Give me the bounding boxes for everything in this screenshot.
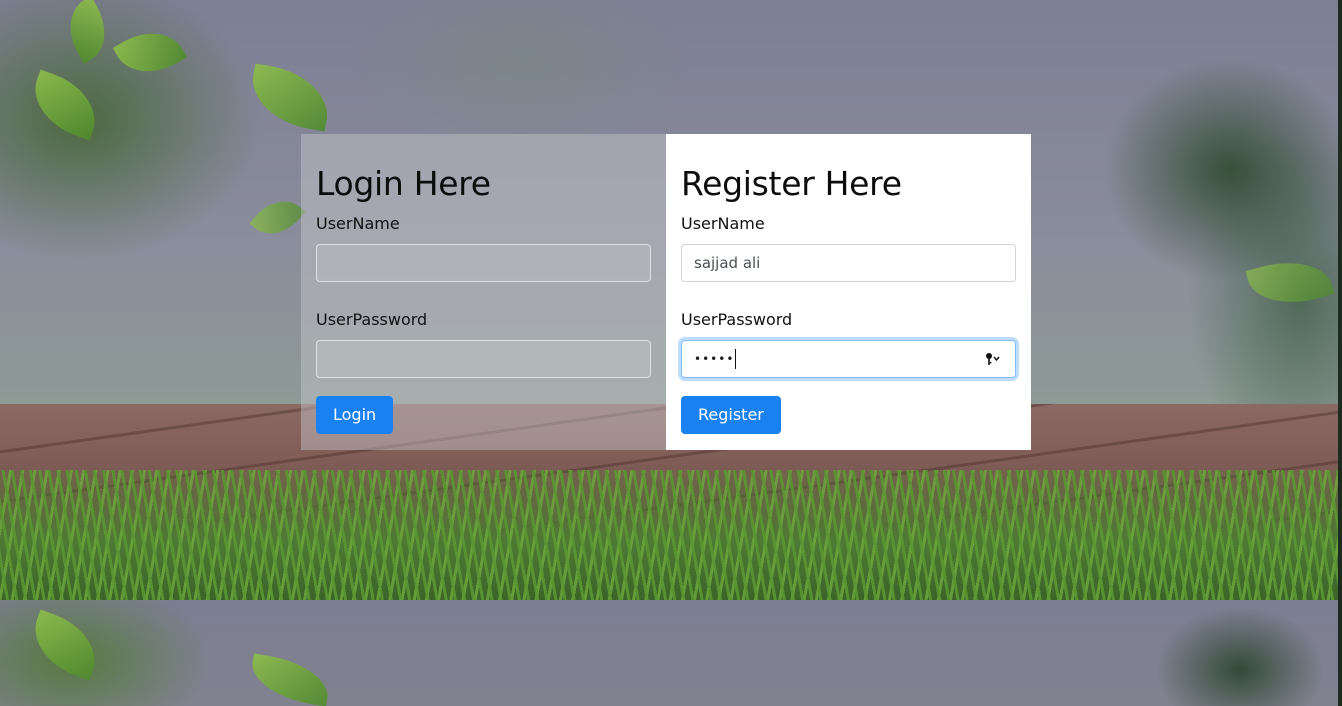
background-grass xyxy=(0,470,1342,600)
login-button[interactable]: Login xyxy=(316,396,394,434)
register-password-input[interactable]: ••••• xyxy=(681,340,1016,378)
register-title: Register Here xyxy=(681,164,902,203)
page-edge xyxy=(1338,0,1342,706)
login-password-label: UserPassword xyxy=(316,310,428,329)
login-username-input[interactable] xyxy=(316,244,651,282)
register-username-value: sajjad ali xyxy=(694,254,761,272)
register-password-label: UserPassword xyxy=(681,310,793,329)
key-dropdown-icon[interactable] xyxy=(985,352,1001,366)
login-panel: Login Here UserName UserPassword Login xyxy=(301,134,666,450)
auth-container: Login Here UserName UserPassword Login R… xyxy=(301,134,1031,450)
background-forest-lower xyxy=(0,600,1342,706)
register-username-label: UserName xyxy=(681,214,765,233)
login-title: Login Here xyxy=(316,164,491,203)
register-panel: Register Here UserName sajjad ali UserPa… xyxy=(666,134,1031,450)
text-caret xyxy=(735,349,737,369)
register-button[interactable]: Register xyxy=(681,396,781,434)
login-username-label: UserName xyxy=(316,214,400,233)
register-username-input[interactable]: sajjad ali xyxy=(681,244,1016,282)
login-password-input[interactable] xyxy=(316,340,651,378)
register-password-value: ••••• xyxy=(694,352,735,366)
